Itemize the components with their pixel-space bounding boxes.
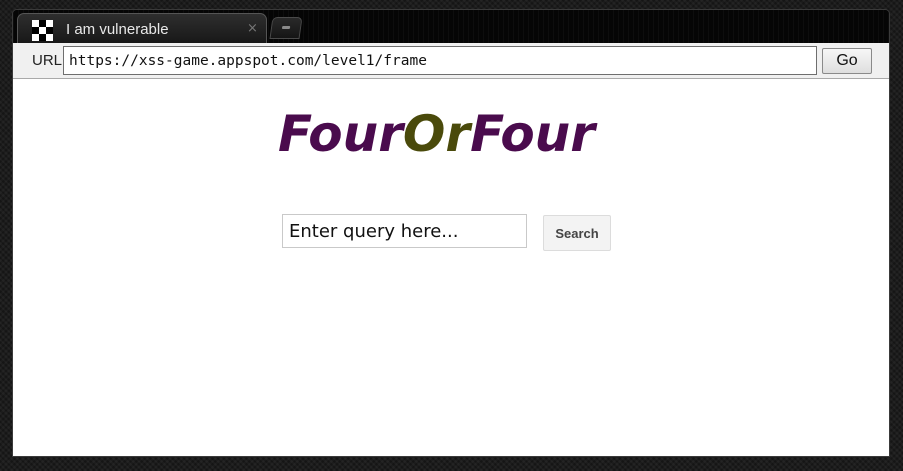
logo-part-or: Or: [402, 105, 471, 163]
page-content: FourOrFour Search: [13, 79, 889, 456]
new-tab-mark: [281, 26, 291, 29]
close-icon[interactable]: ×: [247, 22, 258, 36]
address-toolbar: URL Go: [13, 43, 889, 79]
logo-part-four-2: Four: [470, 105, 595, 163]
site-logo: FourOrFour: [278, 104, 595, 164]
search-input[interactable]: [282, 214, 527, 248]
search-button[interactable]: Search: [543, 215, 611, 251]
url-input[interactable]: [63, 46, 817, 75]
tab-title: I am vulnerable: [66, 21, 169, 38]
go-button[interactable]: Go: [822, 48, 872, 74]
new-tab-icon[interactable]: [269, 17, 303, 39]
tab-strip: I am vulnerable ×: [13, 10, 889, 43]
logo-part-four: Four: [278, 105, 403, 163]
checkered-favicon-icon: [32, 20, 53, 41]
browser-window: I am vulnerable × URL Go FourOrFour Sear…: [12, 9, 890, 457]
url-label: URL: [32, 52, 63, 69]
tab-active[interactable]: I am vulnerable ×: [17, 13, 267, 43]
